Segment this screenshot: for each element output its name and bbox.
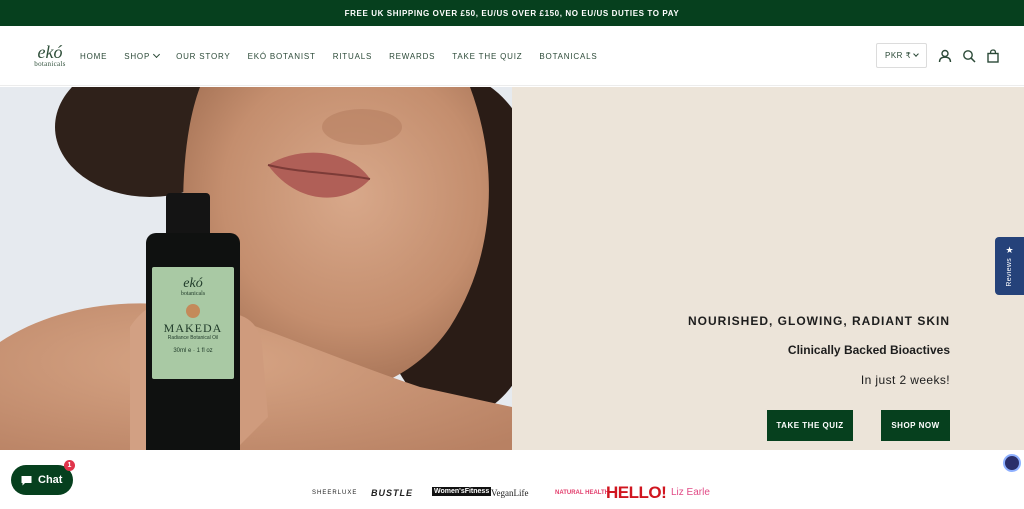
press-logo-womens-fitness: Women'sFitness <box>432 487 492 496</box>
bottle-label: ekó botanicals MAKEDA Radiance Botanical… <box>152 277 234 355</box>
brand-logo[interactable]: ekó botanicals <box>32 42 68 70</box>
chat-bubble-icon <box>21 475 32 485</box>
nav-item-shop[interactable]: SHOP <box>124 50 161 61</box>
main-nav: HOME SHOP OUR STORY EKÓ BOTANIST RITUALS… <box>80 50 615 62</box>
logo-wordmark: ekó <box>37 42 63 62</box>
accessibility-icon[interactable] <box>1003 454 1021 472</box>
hero-panel <box>512 87 1024 450</box>
reviews-tab-label: Reviews <box>1006 258 1013 287</box>
bottle-brand-sub: botanicals <box>180 291 206 297</box>
search-icon[interactable] <box>962 49 976 63</box>
star-icon: ★ <box>1005 245 1014 256</box>
chat-button[interactable]: Chat <box>11 465 73 495</box>
announcement-text: FREE UK SHIPPING OVER £50, EU/US OVER £1… <box>344 8 680 18</box>
shop-now-button[interactable]: SHOP NOW <box>881 410 950 441</box>
nav-item-botanicals[interactable]: BOTANICALS <box>539 52 597 61</box>
bottle-desc: Radiance Botanical Oil <box>167 335 219 341</box>
reviews-tab[interactable]: ★ Reviews <box>995 237 1024 295</box>
logo-subtitle: botanicals <box>34 60 66 68</box>
bottle-size: 30ml e · 1 fl oz <box>173 348 213 354</box>
bottle-product: MAKEDA <box>163 321 223 335</box>
nav-item-rituals[interactable]: RITUALS <box>333 52 372 61</box>
nav-item-our-story[interactable]: OUR STORY <box>176 52 230 61</box>
page: FREE UK SHIPPING OVER £50, EU/US OVER £1… <box>0 0 1024 509</box>
nav-item-home[interactable]: HOME <box>80 52 107 61</box>
hero-image: ekó botanicals MAKEDA Radiance Botanical… <box>0 87 512 450</box>
announcement-bar: FREE UK SHIPPING OVER £50, EU/US OVER £1… <box>0 0 1024 26</box>
press-logo-bustle: BUSTLE <box>371 488 413 498</box>
bottle-brand: ekó <box>183 276 203 291</box>
currency-value: PKR ₹ <box>885 51 912 60</box>
nav-item-eko-botanist[interactable]: EKÓ BOTANIST <box>248 52 316 61</box>
nav-item-rewards[interactable]: REWARDS <box>389 52 435 61</box>
press-logo-sheerluxe: SHEERLUXE <box>312 490 358 496</box>
hero-headline: NOURISHED, GLOWING, RADIANT SKIN <box>688 314 950 328</box>
hero-illustration <box>0 87 512 450</box>
press-logo-hello: HELLO! <box>606 483 667 502</box>
press-logos: SHEERLUXE BUSTLE Women'sFitness VeganLif… <box>0 482 1024 506</box>
press-logo-liz-earle: Liz Earle <box>671 487 710 498</box>
nav-item-shop-label: SHOP <box>124 51 151 61</box>
press-logo-veganlife: VeganLife <box>491 488 529 498</box>
nav-item-take-the-quiz[interactable]: TAKE THE QUIZ <box>452 52 522 61</box>
site-header: ekó botanicals HOME SHOP OUR STORY EKÓ B… <box>0 26 1024 86</box>
take-the-quiz-button[interactable]: TAKE THE QUIZ <box>767 410 853 441</box>
hero-note: In just 2 weeks! <box>860 373 950 387</box>
chevron-down-icon <box>153 50 161 59</box>
chevron-down-icon <box>913 51 919 57</box>
cart-icon[interactable] <box>986 49 1000 63</box>
account-icon[interactable] <box>938 49 952 63</box>
press-logo-natural-health: NATURAL HEALTH <box>555 490 609 496</box>
hero-subheadline: Clinically Backed Bioactives <box>787 343 950 357</box>
chat-notification-badge: 1 <box>64 460 75 471</box>
currency-selector[interactable]: PKR ₹ <box>876 43 927 68</box>
chat-label: Chat <box>38 474 63 486</box>
bottle-emblem-icon <box>186 304 200 318</box>
